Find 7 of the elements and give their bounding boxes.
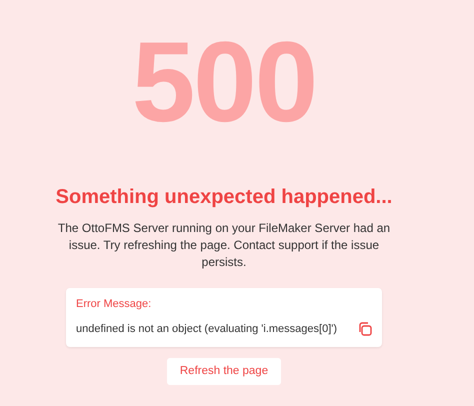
error-code: 500 bbox=[132, 26, 316, 140]
error-label: Error Message: bbox=[76, 297, 152, 312]
refresh-button[interactable]: Refresh the page bbox=[166, 358, 282, 386]
error-text: undefined is not an object (evaluating 'i.messages[0]') bbox=[76, 322, 338, 336]
copy-icon[interactable] bbox=[358, 322, 372, 336]
error-description: The OttoFMS Server running on your FileMaker Server had an issue. Try refreshing the page. Contact support if the issue persists. bbox=[56, 220, 392, 271]
error-title: Something unexpected happened... bbox=[56, 185, 392, 210]
